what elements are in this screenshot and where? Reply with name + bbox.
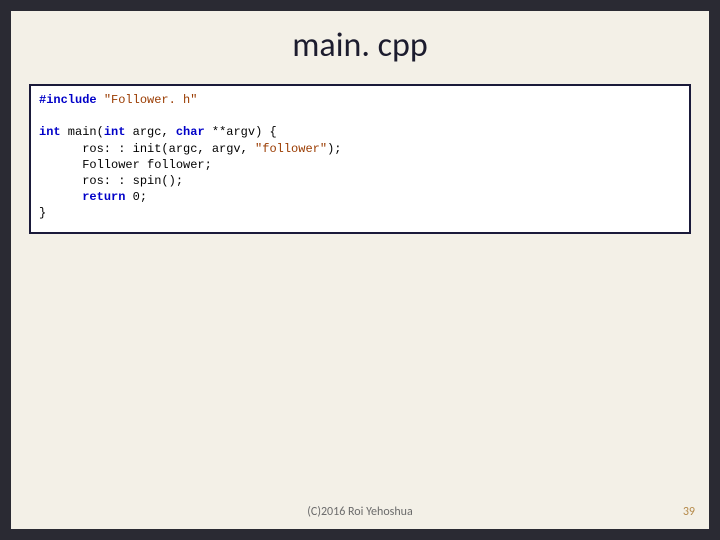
- keyword-int: int: [39, 125, 61, 139]
- code-text: );: [327, 142, 341, 156]
- code-line: }: [39, 206, 46, 220]
- code-text: argc,: [125, 125, 175, 139]
- code-text: **argv) {: [205, 125, 277, 139]
- slide-title: main. cpp: [11, 25, 709, 66]
- code-indent: [39, 190, 82, 204]
- code-text: main(: [61, 125, 104, 139]
- keyword-return: return: [82, 190, 125, 204]
- code-block: #include "Follower. h" int main(int argc…: [29, 84, 691, 234]
- code-text: 0;: [125, 190, 147, 204]
- code-line: ros: : spin();: [39, 174, 183, 188]
- slide-body: main. cpp #include "Follower. h" int mai…: [11, 11, 709, 529]
- copyright-text: (C)2016 Roi Yehoshua: [307, 505, 412, 519]
- string-literal: "follower": [255, 142, 327, 156]
- keyword-int: int: [104, 125, 126, 139]
- code-content: #include "Follower. h" int main(int argc…: [39, 92, 681, 222]
- page-number: 39: [683, 505, 695, 519]
- code-line: Follower follower;: [39, 158, 212, 172]
- keyword-include: #include: [39, 93, 97, 107]
- slide-footer: (C)2016 Roi Yehoshua 39: [11, 505, 709, 523]
- keyword-char: char: [176, 125, 205, 139]
- code-line: ros: : init(argc, argv,: [39, 142, 255, 156]
- string-header: "Follower. h": [104, 93, 198, 107]
